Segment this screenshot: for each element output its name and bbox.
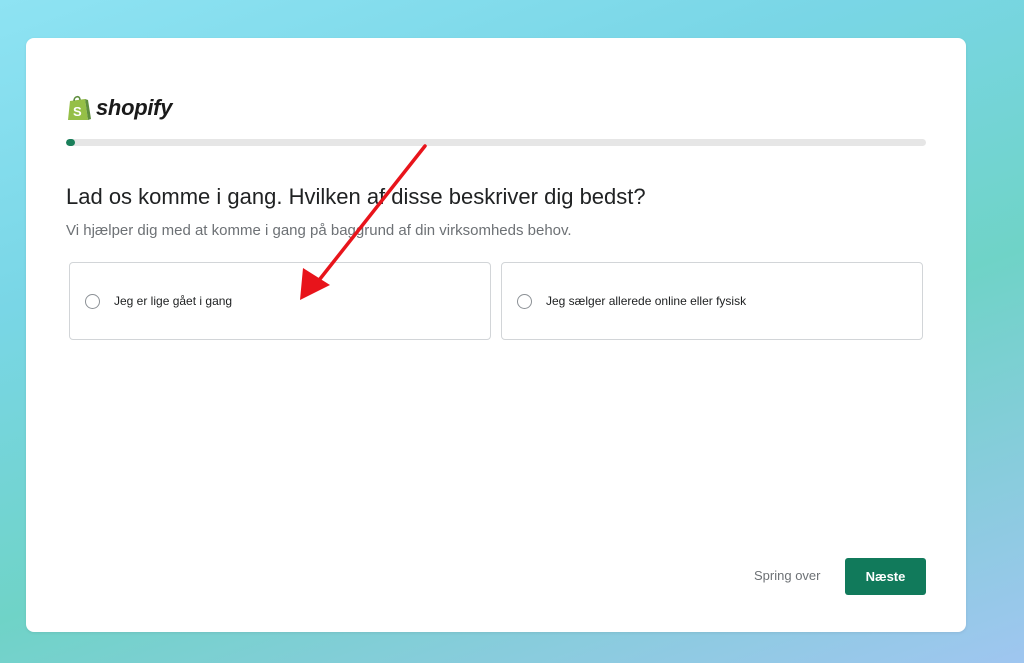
option-label: Jeg sælger allerede online eller fysisk <box>546 294 747 308</box>
svg-text:S: S <box>73 104 82 119</box>
radio-button[interactable] <box>85 293 100 309</box>
question-subtitle: Vi hjælper dig med at komme i gang på ba… <box>66 222 572 239</box>
onboarding-card: S shopify Lad os komme i gang. Hvilken a… <box>26 38 966 632</box>
option-already-selling[interactable]: Jeg sælger allerede online eller fysisk <box>501 262 923 340</box>
logo-wordmark: shopify <box>96 95 173 120</box>
progress-bar-fill <box>66 139 75 146</box>
radio-button[interactable] <box>517 293 532 309</box>
question-title: Lad os komme i gang. Hvilken af disse be… <box>66 184 646 209</box>
next-button[interactable]: Næste <box>845 558 926 595</box>
skip-button[interactable]: Spring over <box>754 568 820 583</box>
shopify-logo: S shopify <box>66 94 172 122</box>
option-label: Jeg er lige gået i gang <box>114 294 233 308</box>
progress-bar <box>66 139 926 146</box>
shopify-bag-icon: S <box>68 95 91 120</box>
option-just-started[interactable]: Jeg er lige gået i gang <box>69 262 491 340</box>
